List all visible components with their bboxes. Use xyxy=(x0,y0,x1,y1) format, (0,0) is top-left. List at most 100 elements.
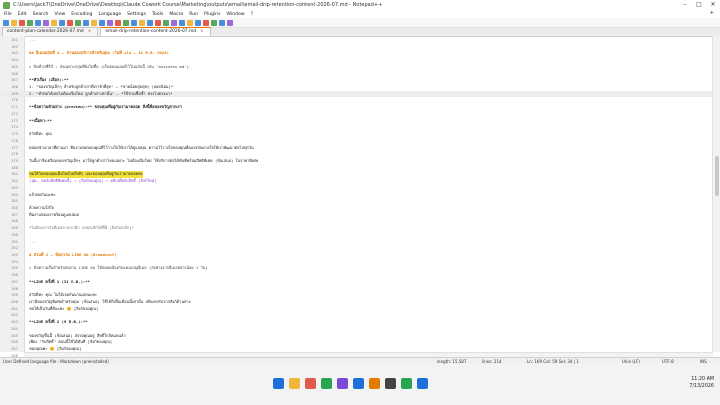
toolbar-button-icon[interactable] xyxy=(75,19,81,26)
editor-line[interactable]: 189 *ไม่ต้องการรับอีเมลจากเราอีก กดยกเลิก… xyxy=(0,225,720,232)
editor-line[interactable]: 175 สวัสดีค่ะ คุณ xyxy=(0,131,720,138)
toolbar-button-icon[interactable] xyxy=(147,19,153,26)
menu-item[interactable]: Run xyxy=(189,12,198,17)
editor-line[interactable]: 196 xyxy=(0,272,720,279)
editor-line[interactable]: 186 ด้วยความใส่ใจ xyxy=(0,205,720,212)
toolbar-button-icon[interactable] xyxy=(115,19,121,26)
close-button[interactable]: ✕ xyxy=(706,0,720,10)
toolbar-button-icon[interactable] xyxy=(187,19,193,26)
editor-line[interactable]: 190 xyxy=(0,232,720,239)
menu-item[interactable]: Macro xyxy=(169,12,183,17)
taskbar-app-icon[interactable] xyxy=(320,378,332,389)
editor-line[interactable]: 163 ## อีเมลฉบับที่ 4 — ชวนลองบริการสำหรั… xyxy=(0,50,720,57)
menu-item[interactable]: Encoding xyxy=(71,12,92,17)
taskbar-app-icon[interactable] xyxy=(384,378,396,389)
editor-line[interactable]: 185 xyxy=(0,198,720,205)
editor-line[interactable]: 197 **LINE ครั้งที่ 1 (31 ก.ค.):** xyxy=(0,279,720,286)
close-tab-icon[interactable]: × xyxy=(88,29,92,34)
menu-item[interactable]: Window xyxy=(227,12,245,17)
taskbar-app-icon[interactable] xyxy=(352,378,364,389)
menu-item[interactable]: Settings xyxy=(127,12,146,17)
toolbar-button-icon[interactable] xyxy=(83,19,89,26)
toolbar-button-icon[interactable] xyxy=(155,19,161,26)
toolbar-button-icon[interactable] xyxy=(107,19,113,26)
editor-line[interactable]: 191 --- xyxy=(0,239,720,246)
toolbar-button-icon[interactable] xyxy=(67,19,73,26)
editor-line[interactable]: 193 # ส่วนที่ 2 — ข้อความ LINE OA (Broadc… xyxy=(0,252,720,259)
editor-line[interactable]: 166 xyxy=(0,71,720,78)
taskbar-app-icon[interactable] xyxy=(288,378,300,389)
editor-line[interactable]: 182 (ปุ่ม: ขอรับสิทธิพิเศษนี้) → [ลิงก์ขอ… xyxy=(0,178,720,185)
toolbar-button-icon[interactable] xyxy=(43,19,49,26)
taskbar-app-icon[interactable] xyxy=(336,378,348,389)
editor-line[interactable]: 200 เรามีของขวัญพิเศษสำหรับคุณ (ข้อเสนอ) … xyxy=(0,299,720,306)
menu-item[interactable]: Language xyxy=(98,12,121,17)
toolbar-button-icon[interactable] xyxy=(219,19,225,26)
editor-line[interactable]: 165 > ปิดท้ายซีรีส์ : ส่งเฉพาะกลุ่มที่ยัง… xyxy=(0,64,720,71)
menu-item[interactable]: Search xyxy=(33,12,49,17)
scrollbar-thumb[interactable] xyxy=(715,156,719,196)
editor-line[interactable]: 183 xyxy=(0,185,720,192)
editor-line[interactable]: 172 xyxy=(0,111,720,118)
editor-line[interactable]: 178 xyxy=(0,151,720,158)
editor-line[interactable]: 198 xyxy=(0,286,720,293)
editor-line[interactable]: 195 > ข้อความสั้นสำหรับส่งผ่าน LINE OA ให… xyxy=(0,265,720,272)
menu-item[interactable]: Plugins xyxy=(204,12,220,17)
editor-line[interactable]: 203 **LINE ครั้งที่ 2 (9 ส.ค.):** xyxy=(0,319,720,326)
taskbar-app-icon[interactable] xyxy=(272,378,284,389)
toolbar-button-icon[interactable] xyxy=(139,19,145,26)
editor-line[interactable]: 184 แล้วพบกันนะคะ xyxy=(0,192,720,199)
toolbar-button-icon[interactable] xyxy=(163,19,169,26)
editor-line[interactable]: 206 เพียง "รับสิทธิ์" ตอนนี้ใช้ได้ทันที [… xyxy=(0,339,720,346)
toolbar-button-icon[interactable] xyxy=(51,19,57,26)
taskbar-app-icon[interactable] xyxy=(416,378,428,389)
taskbar-app-icon[interactable] xyxy=(400,378,412,389)
toolbar-button-icon[interactable] xyxy=(123,19,129,26)
toolbar-button-icon[interactable] xyxy=(3,19,9,26)
toolbar-button-icon[interactable] xyxy=(171,19,177,26)
vertical-scrollbar[interactable] xyxy=(712,36,720,352)
menu-plus[interactable]: + xyxy=(710,10,714,16)
editor-line[interactable]: 173 **เนื้อหา:** xyxy=(0,118,720,125)
editor-line[interactable]: 192 xyxy=(0,245,720,252)
editor-line[interactable]: 176 xyxy=(0,138,720,145)
taskbar-app-icon[interactable] xyxy=(304,378,316,389)
menu-item[interactable]: Tools xyxy=(152,12,163,17)
editor-line[interactable]: 177 ตลอดช่วงเวลาที่ผ่านมา ทีมงานขอขอบคุณท… xyxy=(0,145,720,152)
menu-item[interactable]: View xyxy=(54,12,65,17)
toolbar-button-icon[interactable] xyxy=(91,19,97,26)
toolbar-button-icon[interactable] xyxy=(203,19,209,26)
toolbar-button-icon[interactable] xyxy=(179,19,185,26)
toolbar-button-icon[interactable] xyxy=(19,19,25,26)
toolbar-button-icon[interactable] xyxy=(99,19,105,26)
editor-line[interactable]: 204 xyxy=(0,326,720,333)
close-tab-icon[interactable]: × xyxy=(200,29,204,34)
editor-line[interactable]: 171 **ข้อความตัวอย่าง (preview):** ขอบคุณ… xyxy=(0,104,720,111)
editor-line[interactable]: 179 วันนี้เราจึงเตรียมของขวัญเล็กๆ มาให้ล… xyxy=(0,158,720,165)
taskbar-app-icon[interactable] xyxy=(368,378,380,389)
editor-line[interactable]: 187 ทีมงานของเราพร้อมดูแลเสมอ xyxy=(0,212,720,219)
toolbar-button-icon[interactable] xyxy=(59,19,65,26)
toolbar-button-icon[interactable] xyxy=(211,19,217,26)
toolbar-button-icon[interactable] xyxy=(35,19,41,26)
file-tab[interactable]: content-plan-calendar-2026-07.md × xyxy=(2,27,99,36)
file-tab[interactable]: email-drip-retention-content-2026-07.md × xyxy=(100,27,211,36)
editor-line[interactable]: 164 xyxy=(0,57,720,64)
toolbar-button-icon[interactable] xyxy=(195,19,201,26)
editor-text-area[interactable]: 161 --- 162 163 ## อีเมลฉบับที่ 4 — ชวนลองบร… xyxy=(0,37,720,365)
editor-line[interactable]: 169 2. "ทำต่อได้เลยไม่ต้องเริ่มใหม่ ลูกค้… xyxy=(0,90,720,98)
menu-item[interactable]: ? xyxy=(251,12,253,17)
toolbar-button-icon[interactable] xyxy=(227,19,233,26)
toolbar-button-icon[interactable] xyxy=(11,19,17,26)
editor-line[interactable]: 174 xyxy=(0,124,720,131)
menu-item[interactable]: Edit xyxy=(18,12,27,17)
editor-line[interactable]: 161 --- xyxy=(0,37,720,44)
editor-line[interactable]: 188 xyxy=(0,218,720,225)
minimize-button[interactable]: – xyxy=(678,0,692,10)
toolbar-button-icon[interactable] xyxy=(131,19,137,26)
system-tray-clock[interactable]: 11:20 AM 7/13/2026 xyxy=(689,376,714,390)
editor-line[interactable]: 201 ขอให้เป็นวันที่ดีนะคะ 😊 [ลิงก์ของคุณ] xyxy=(0,306,720,313)
toolbar-button-icon[interactable] xyxy=(27,19,33,26)
editor-line[interactable]: 202 xyxy=(0,312,720,319)
editor-line[interactable]: 168 1. "ของขวัญเล็กๆ สำหรับลูกค้าเก่าที่เ… xyxy=(0,84,720,91)
